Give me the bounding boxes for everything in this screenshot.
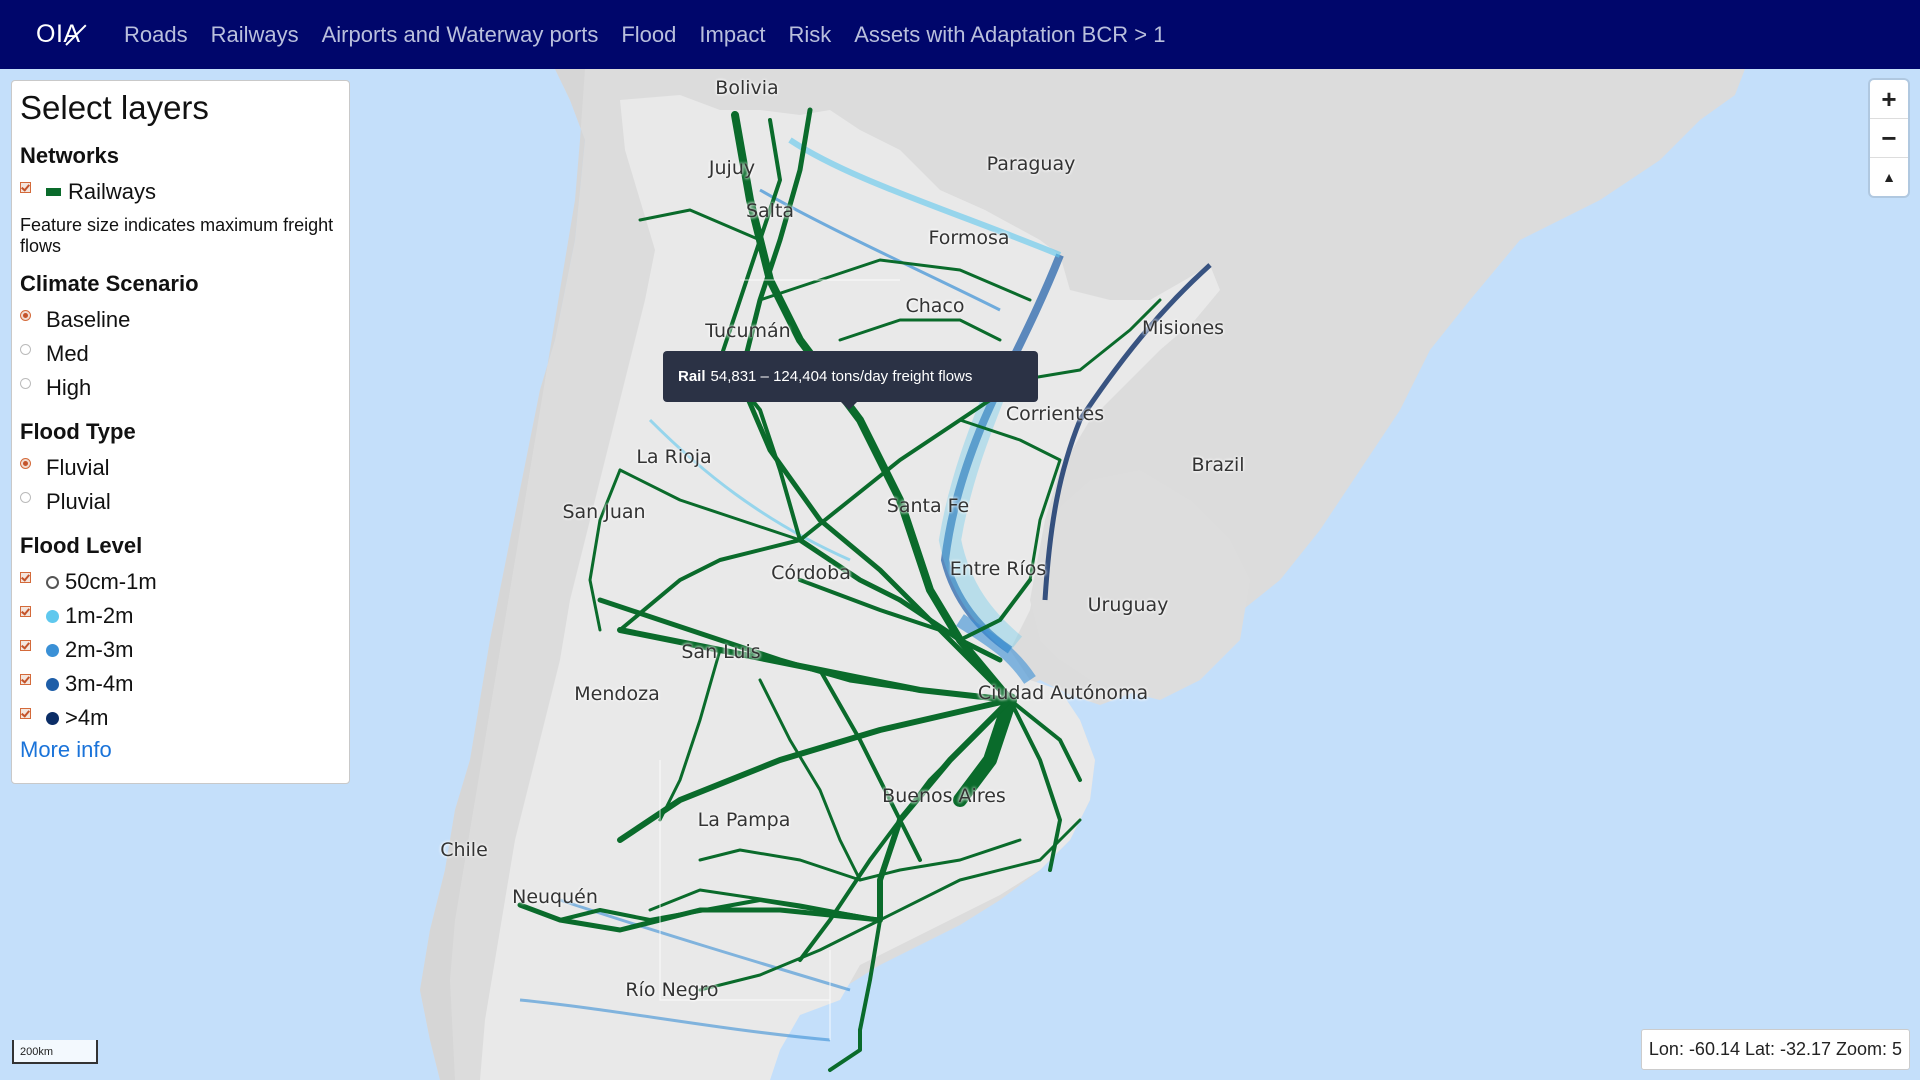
map-tooltip: Rail 54,831 – 124,404 tons/day freight f…	[663, 351, 1038, 410]
map-label-jujuy: Jujuy	[708, 157, 756, 179]
flood-level-checkbox[interactable]	[20, 605, 31, 617]
flood-level-gt-4m[interactable]: >4m	[20, 701, 341, 735]
radio-high[interactable]	[20, 377, 31, 389]
nav-roads[interactable]: Roads	[124, 22, 188, 48]
map-label-chaco: Chaco	[905, 295, 965, 317]
flood-type-heading: Flood Type	[20, 419, 136, 444]
map-label-san-juan: San Juan	[562, 501, 646, 523]
top-navbar: OIA Roads Railways Airports and Waterway…	[0, 0, 1920, 69]
flood-level-label: >4m	[65, 705, 109, 730]
flood-level-50cm-1m[interactable]: 50cm-1m	[20, 565, 341, 599]
map-label-formosa: Formosa	[928, 227, 1010, 249]
flood-level-label: 3m-4m	[65, 671, 134, 696]
radio-fluvial[interactable]	[20, 457, 31, 469]
climate-option-label: Baseline	[46, 307, 131, 332]
panel-title: Select layers	[20, 89, 209, 126]
circle-outline-icon	[46, 575, 59, 589]
zoom-in-button[interactable]: +	[1870, 80, 1908, 119]
radio-med[interactable]	[20, 343, 31, 355]
zoom-controls: + − ▲	[1870, 80, 1908, 196]
flood-level-checkbox[interactable]	[20, 707, 31, 719]
map-label-paraguay: Paraguay	[986, 153, 1076, 175]
map-label-cordoba: Córdoba	[771, 562, 851, 584]
railways-checkbox[interactable]	[20, 181, 31, 193]
scale-bar: 200km	[12, 1040, 98, 1064]
map-label-chile: Chile	[440, 839, 488, 861]
oia-logo[interactable]: OIA	[32, 0, 102, 69]
blue-dot-icon	[46, 643, 59, 657]
nav-risk[interactable]: Risk	[788, 22, 831, 48]
climate-scenario-heading: Climate Scenario	[20, 271, 199, 296]
map-label-la-pampa: La Pampa	[697, 809, 791, 831]
map-label-corrientes: Corrientes	[1005, 403, 1105, 425]
tooltip-label: Rail	[678, 368, 706, 385]
coordinates-readout: Lon: -60.14 Lat: -32.17 Zoom: 5	[1641, 1029, 1910, 1070]
radio-pluvial[interactable]	[20, 491, 31, 503]
flood-type-fluvial[interactable]: Fluvial	[20, 451, 341, 485]
rail-line-swatch-icon	[46, 188, 61, 196]
map-label-rio-negro: Río Negro	[625, 979, 719, 1001]
networks-heading: Networks	[20, 143, 120, 168]
map-label-tucuman: Tucumán	[705, 320, 791, 342]
zoom-out-button[interactable]: −	[1870, 119, 1908, 158]
tooltip-text: 54,831 – 124,404 tons/day freight flows	[710, 368, 973, 385]
flood-level-2m-3m[interactable]: 2m-3m	[20, 633, 341, 667]
map-label-misiones: Misiones	[1141, 317, 1225, 339]
feature-size-note: Feature size indicates maximum freight f…	[20, 215, 334, 256]
flood-type-label: Pluvial	[46, 489, 111, 514]
compass-icon[interactable]: ▲	[1870, 158, 1908, 196]
layer-panel: Select layers Networks Railways Feature …	[11, 80, 350, 784]
nav-links: Roads Railways Airports and Waterway por…	[124, 22, 1188, 48]
nav-impact[interactable]: Impact	[699, 22, 765, 48]
climate-option-label: Med	[46, 341, 89, 366]
map-label-buenos-aires: Buenos Aires	[882, 785, 1006, 807]
flood-level-label: 50cm-1m	[65, 569, 157, 594]
railways-toggle[interactable]: Railways	[20, 175, 341, 209]
map-label-salta: Salta	[745, 200, 795, 222]
flood-level-heading: Flood Level	[20, 533, 143, 558]
navy-dot-icon	[46, 711, 59, 725]
map-label-mendoza: Mendoza	[574, 683, 660, 705]
flood-type-pluvial[interactable]: Pluvial	[20, 485, 341, 519]
flood-level-3m-4m[interactable]: 3m-4m	[20, 667, 341, 701]
map-label-bolivia: Bolivia	[715, 77, 779, 99]
flood-level-checkbox[interactable]	[20, 571, 31, 583]
flood-level-1m-2m[interactable]: 1m-2m	[20, 599, 341, 633]
climate-option-med[interactable]: Med	[20, 337, 341, 371]
flood-level-checkbox[interactable]	[20, 639, 31, 651]
map-label-brazil: Brazil	[1191, 454, 1245, 476]
nav-railways[interactable]: Railways	[211, 22, 299, 48]
more-info-link[interactable]: More info	[20, 737, 112, 763]
light-blue-dot-icon	[46, 609, 59, 623]
flood-type-label: Fluvial	[46, 455, 110, 480]
map-label-san-luis: San Luis	[681, 641, 761, 663]
nav-flood[interactable]: Flood	[621, 22, 676, 48]
climate-option-label: High	[46, 375, 92, 400]
flood-level-checkbox[interactable]	[20, 673, 31, 685]
nav-airports-waterway-ports[interactable]: Airports and Waterway ports	[322, 22, 599, 48]
dark-blue-dot-icon	[46, 677, 59, 691]
map-label-ciudad-autonoma: Ciudad Autónoma	[977, 682, 1149, 704]
map-label-santa-fe: Santa Fe	[886, 495, 970, 517]
map-label-entre-rios: Entre Ríos	[949, 558, 1047, 580]
flood-level-label: 2m-3m	[65, 637, 134, 662]
flood-level-label: 1m-2m	[65, 603, 134, 628]
nav-adaptation-bcr[interactable]: Assets with Adaptation BCR > 1	[854, 22, 1165, 48]
map-label-uruguay: Uruguay	[1087, 594, 1169, 616]
railways-label: Railways	[68, 179, 157, 204]
radio-baseline[interactable]	[20, 309, 31, 321]
climate-option-baseline[interactable]: Baseline	[20, 303, 341, 337]
climate-option-high[interactable]: High	[20, 371, 341, 405]
map-label-la-rioja: La Rioja	[636, 446, 712, 468]
map-label-neuquen: Neuquén	[512, 886, 598, 908]
